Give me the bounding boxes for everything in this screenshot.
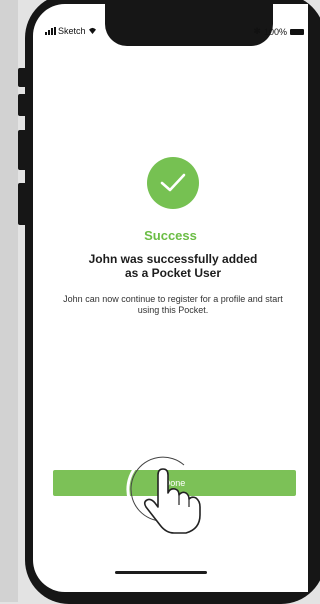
home-indicator [115,571,207,574]
success-description: John can now continue to register for a … [63,294,283,315]
checkmark-icon [160,173,186,192]
notch [105,4,273,46]
background-gutter [0,0,18,602]
success-check-badge [147,157,199,209]
bluetooth-icon: ✱ [253,26,261,36]
headline-line-1: John was successfully added [88,252,258,266]
headline-line-2: as a Pocket User [124,266,222,280]
success-title: Success [144,228,197,243]
tap-gesture-icon [126,451,201,534]
carrier-label: Sketch [58,26,86,36]
battery-icon [290,28,304,35]
status-bar-right: ✱ 100% [253,26,304,37]
status-bar-left: Sketch [45,26,97,36]
signal-icon [45,27,56,35]
wifi-icon [88,27,97,36]
battery-percent: 100% [263,26,287,37]
success-headline: John was successfully added as a Pocket … [73,252,273,280]
